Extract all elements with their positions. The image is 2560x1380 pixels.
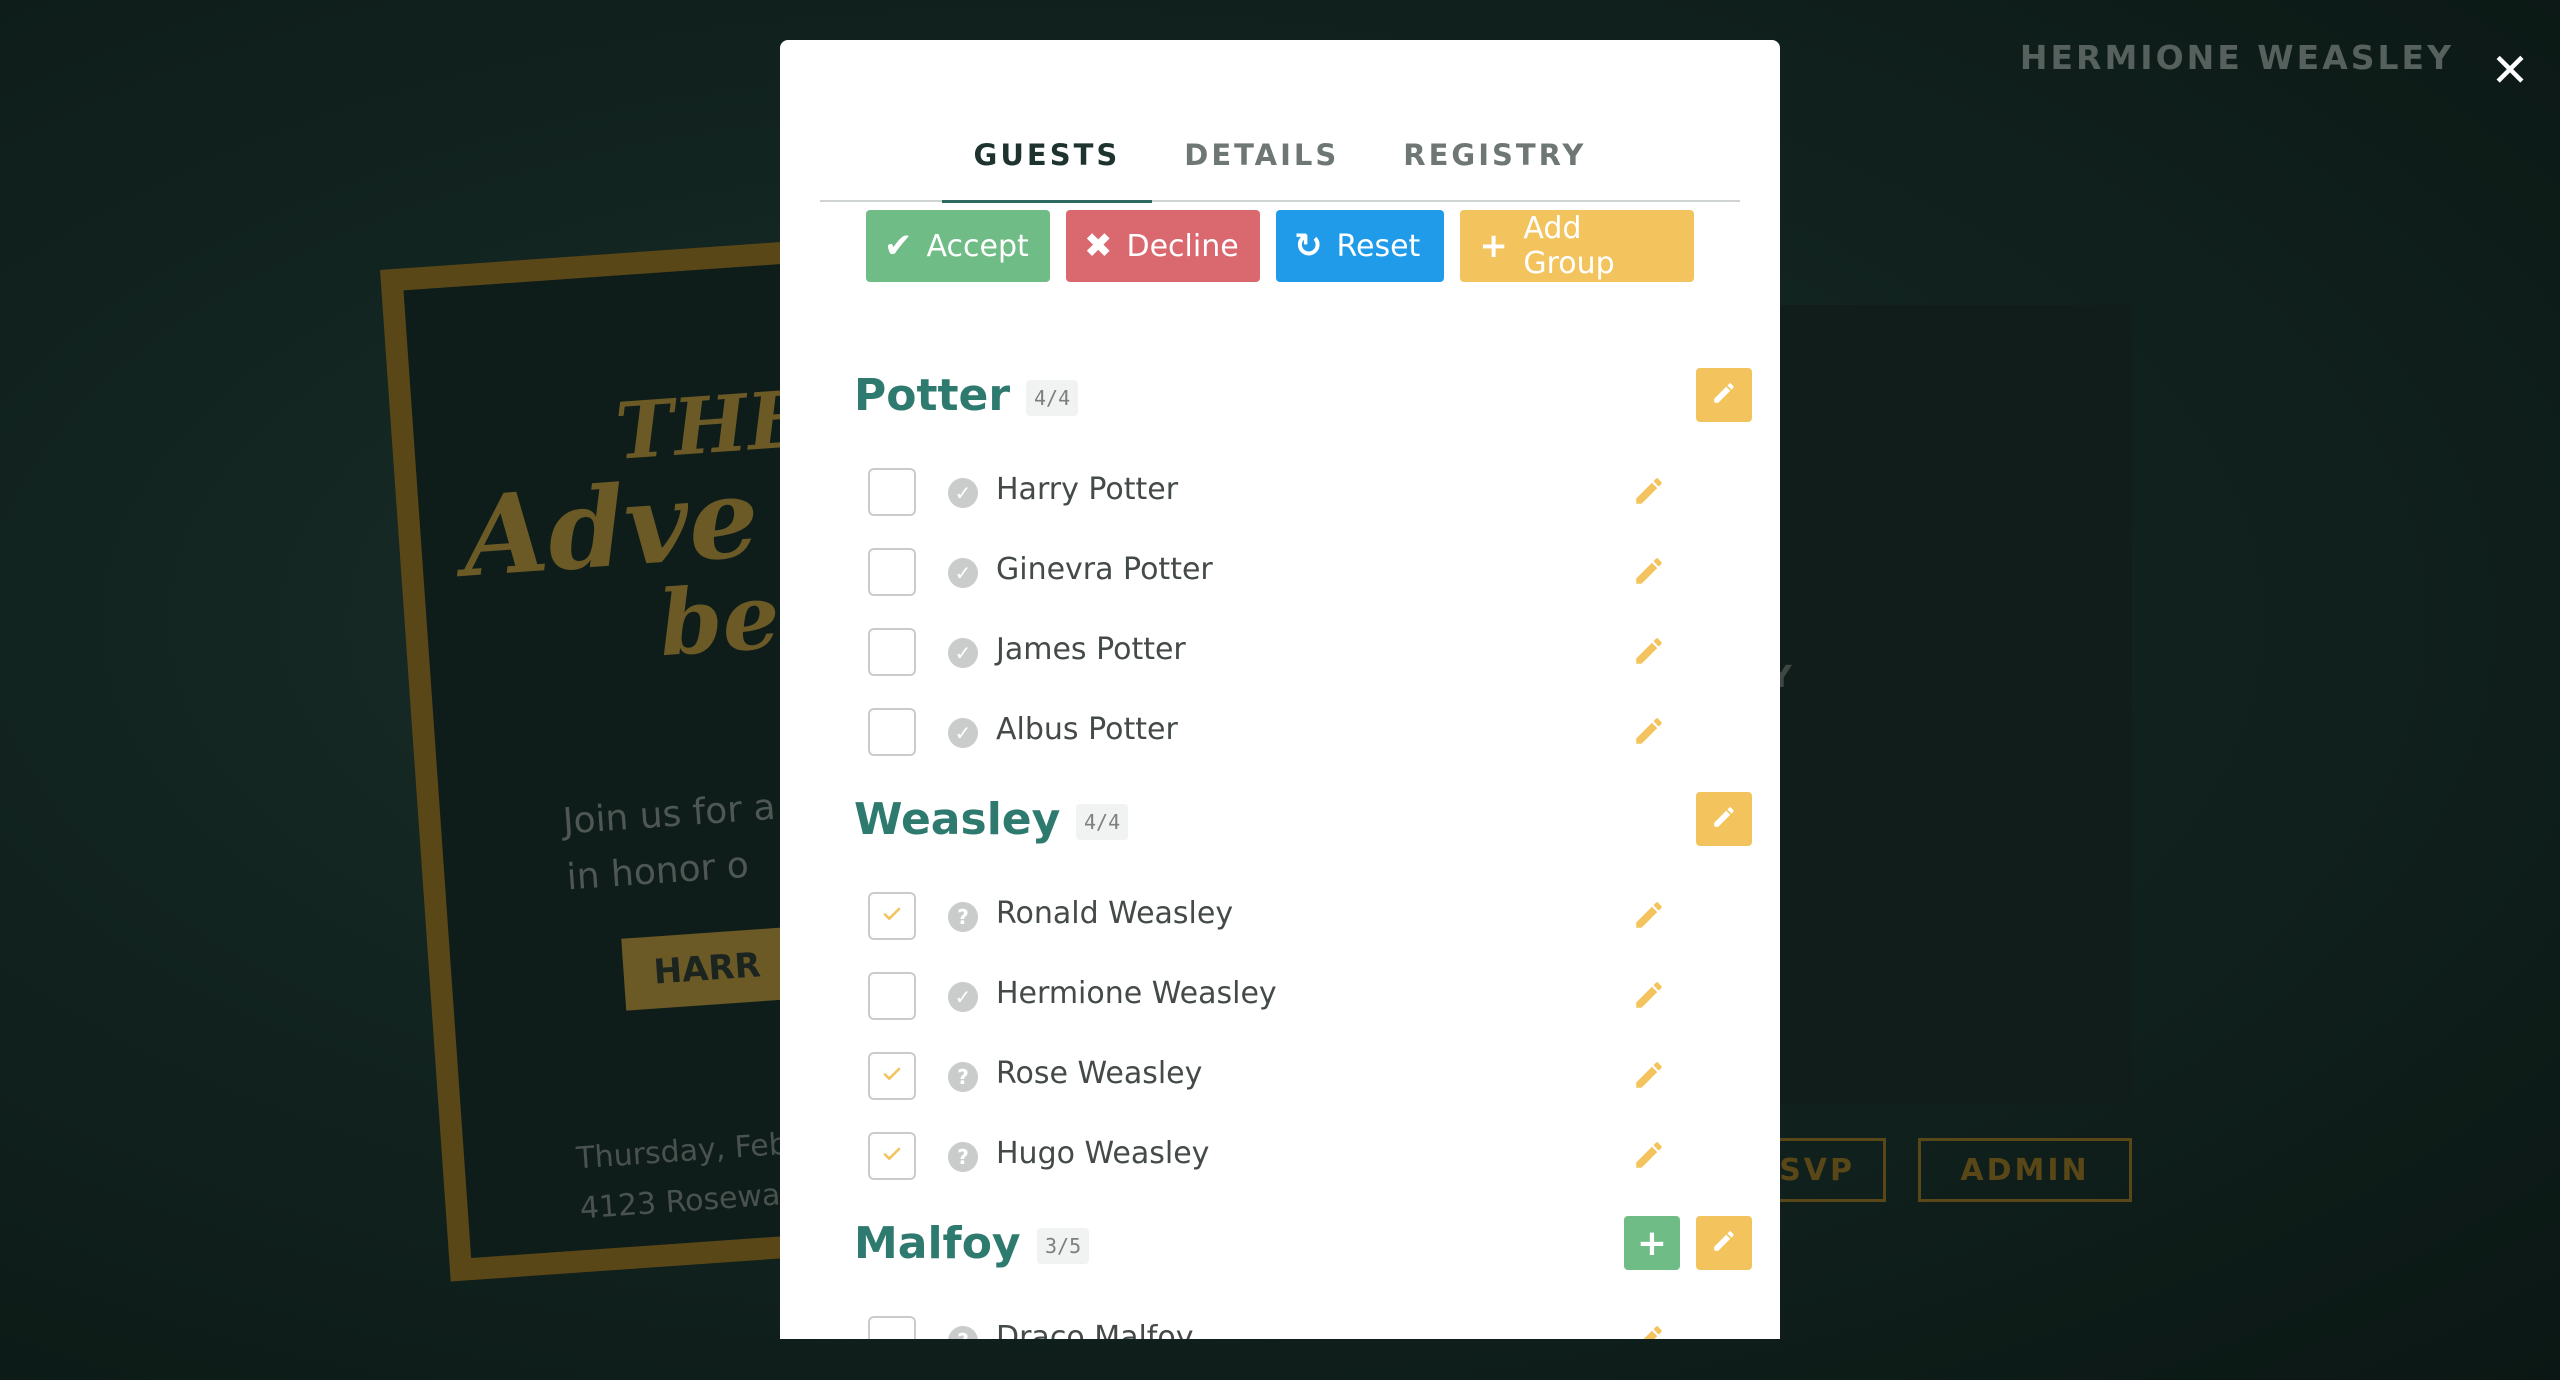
check-icon: ✔ [884,226,913,266]
add-group-label: Add Group [1523,211,1615,281]
edit-guest-pencil-icon[interactable] [1632,1058,1666,1096]
guest-name: Hermione Weasley [996,976,1277,1011]
edit-guest-pencil-icon[interactable] [1632,898,1666,936]
guest-name: Draco Malfoy [996,1320,1194,1339]
tab-registry[interactable]: REGISTRY [1371,102,1618,200]
user-name[interactable]: HERMIONE WEASLEY [2020,38,2454,77]
guest-select-checkbox[interactable] [868,892,916,940]
question-circle-icon: ? [948,1326,978,1339]
edit-guest-pencil-icon[interactable] [1632,714,1666,752]
guest-row: ✓ James Potter [780,614,1780,694]
edit-group-button[interactable] [1696,1216,1752,1270]
guest-name: Albus Potter [996,712,1178,747]
edit-guest-pencil-icon[interactable] [1632,1322,1666,1339]
group-count-badge: 4/4 [1026,380,1079,416]
check-icon [880,1142,904,1170]
guest-row: ✓ Ginevra Potter [780,534,1780,614]
reset-label: Reset [1336,228,1421,264]
refresh-icon: ↻ [1294,226,1323,266]
tab-guests[interactable]: GUESTS [941,102,1153,203]
guest-name: Ronald Weasley [996,896,1234,931]
question-circle-icon: ? [948,1142,978,1172]
guest-select-checkbox[interactable] [868,628,916,676]
edit-group-button[interactable] [1696,368,1752,422]
group-header: Malfoy 3/5 + [854,1208,1780,1286]
guest-row: ? Rose Weasley [780,1038,1780,1118]
edit-guest-pencil-icon[interactable] [1632,474,1666,512]
x-icon: ✖ [1084,226,1113,266]
edit-group-button[interactable] [1696,792,1752,846]
pencil-icon [1711,380,1737,410]
guests-modal: GUESTS DETAILS REGISTRY ✔ Accept ✖ Decli… [780,40,1780,1339]
group-name: Potter [854,370,1011,421]
plus-icon: + [1636,1222,1668,1264]
guest-select-checkbox[interactable] [868,1052,916,1100]
group-header: Potter 4/4 [854,360,1780,438]
question-circle-icon: ? [948,902,978,932]
guest-name: Ginevra Potter [996,552,1213,587]
reset-button[interactable]: ↻ Reset [1276,210,1444,282]
guest-row: ✓ Albus Potter [780,694,1780,774]
plus-icon: + [1479,226,1508,266]
edit-guest-pencil-icon[interactable] [1632,978,1666,1016]
guest-select-checkbox[interactable] [868,1316,916,1339]
edit-guest-pencil-icon[interactable] [1632,1138,1666,1176]
guest-select-checkbox[interactable] [868,708,916,756]
guest-select-checkbox[interactable] [868,468,916,516]
check-circle-icon: ✓ [948,558,978,588]
pencil-icon [1711,804,1737,834]
modal-tabs: GUESTS DETAILS REGISTRY [820,102,1740,203]
accept-label: Accept [926,228,1029,264]
group-count-badge: 3/5 [1037,1228,1090,1264]
group-count-badge: 4/4 [1076,804,1129,840]
guest-toolbar: ✔ Accept ✖ Decline ↻ Reset + Add Group [866,210,1694,282]
guest-select-checkbox[interactable] [868,548,916,596]
tab-details[interactable]: DETAILS [1152,102,1371,200]
guest-row: ? Ronald Weasley [780,878,1780,958]
card-badge: HARR [621,927,793,1011]
pencil-icon [1711,1228,1737,1258]
edit-guest-pencil-icon[interactable] [1632,554,1666,592]
group-name: Weasley [854,794,1061,845]
group-header: Weasley 4/4 [854,784,1780,862]
edit-guest-pencil-icon[interactable] [1632,634,1666,672]
check-circle-icon: ✓ [948,982,978,1012]
guest-row: ? Draco Malfoy [780,1302,1780,1339]
question-circle-icon: ? [948,1062,978,1092]
accept-button[interactable]: ✔ Accept [866,210,1050,282]
check-icon [880,902,904,930]
decline-label: Decline [1126,228,1239,264]
guest-row: ✓ Hermione Weasley [780,958,1780,1038]
check-circle-icon: ✓ [948,478,978,508]
guest-name: Harry Potter [996,472,1179,507]
guest-row: ✓ Harry Potter [780,454,1780,534]
group-list: Potter 4/4 ✓ Harry Potter ✓ Ginevra Potter ✓ Ja… [780,360,1780,1339]
guest-name: Hugo Weasley [996,1136,1210,1171]
check-circle-icon: ✓ [948,718,978,748]
guest-select-checkbox[interactable] [868,972,916,1020]
add-group-button[interactable]: + Add Group [1460,210,1694,282]
add-guest-button[interactable]: + [1624,1216,1680,1270]
guest-name: James Potter [996,632,1186,667]
guest-row: ? Hugo Weasley [780,1118,1780,1198]
group-name: Malfoy [854,1218,1021,1269]
admin-button[interactable]: ADMIN [1918,1138,2132,1202]
guest-select-checkbox[interactable] [868,1132,916,1180]
decline-button[interactable]: ✖ Decline [1066,210,1260,282]
check-circle-icon: ✓ [948,638,978,668]
close-icon[interactable]: ✕ [2486,46,2534,94]
background-panel [1780,305,2132,1105]
check-icon [880,1062,904,1090]
guest-name: Rose Weasley [996,1056,1203,1091]
